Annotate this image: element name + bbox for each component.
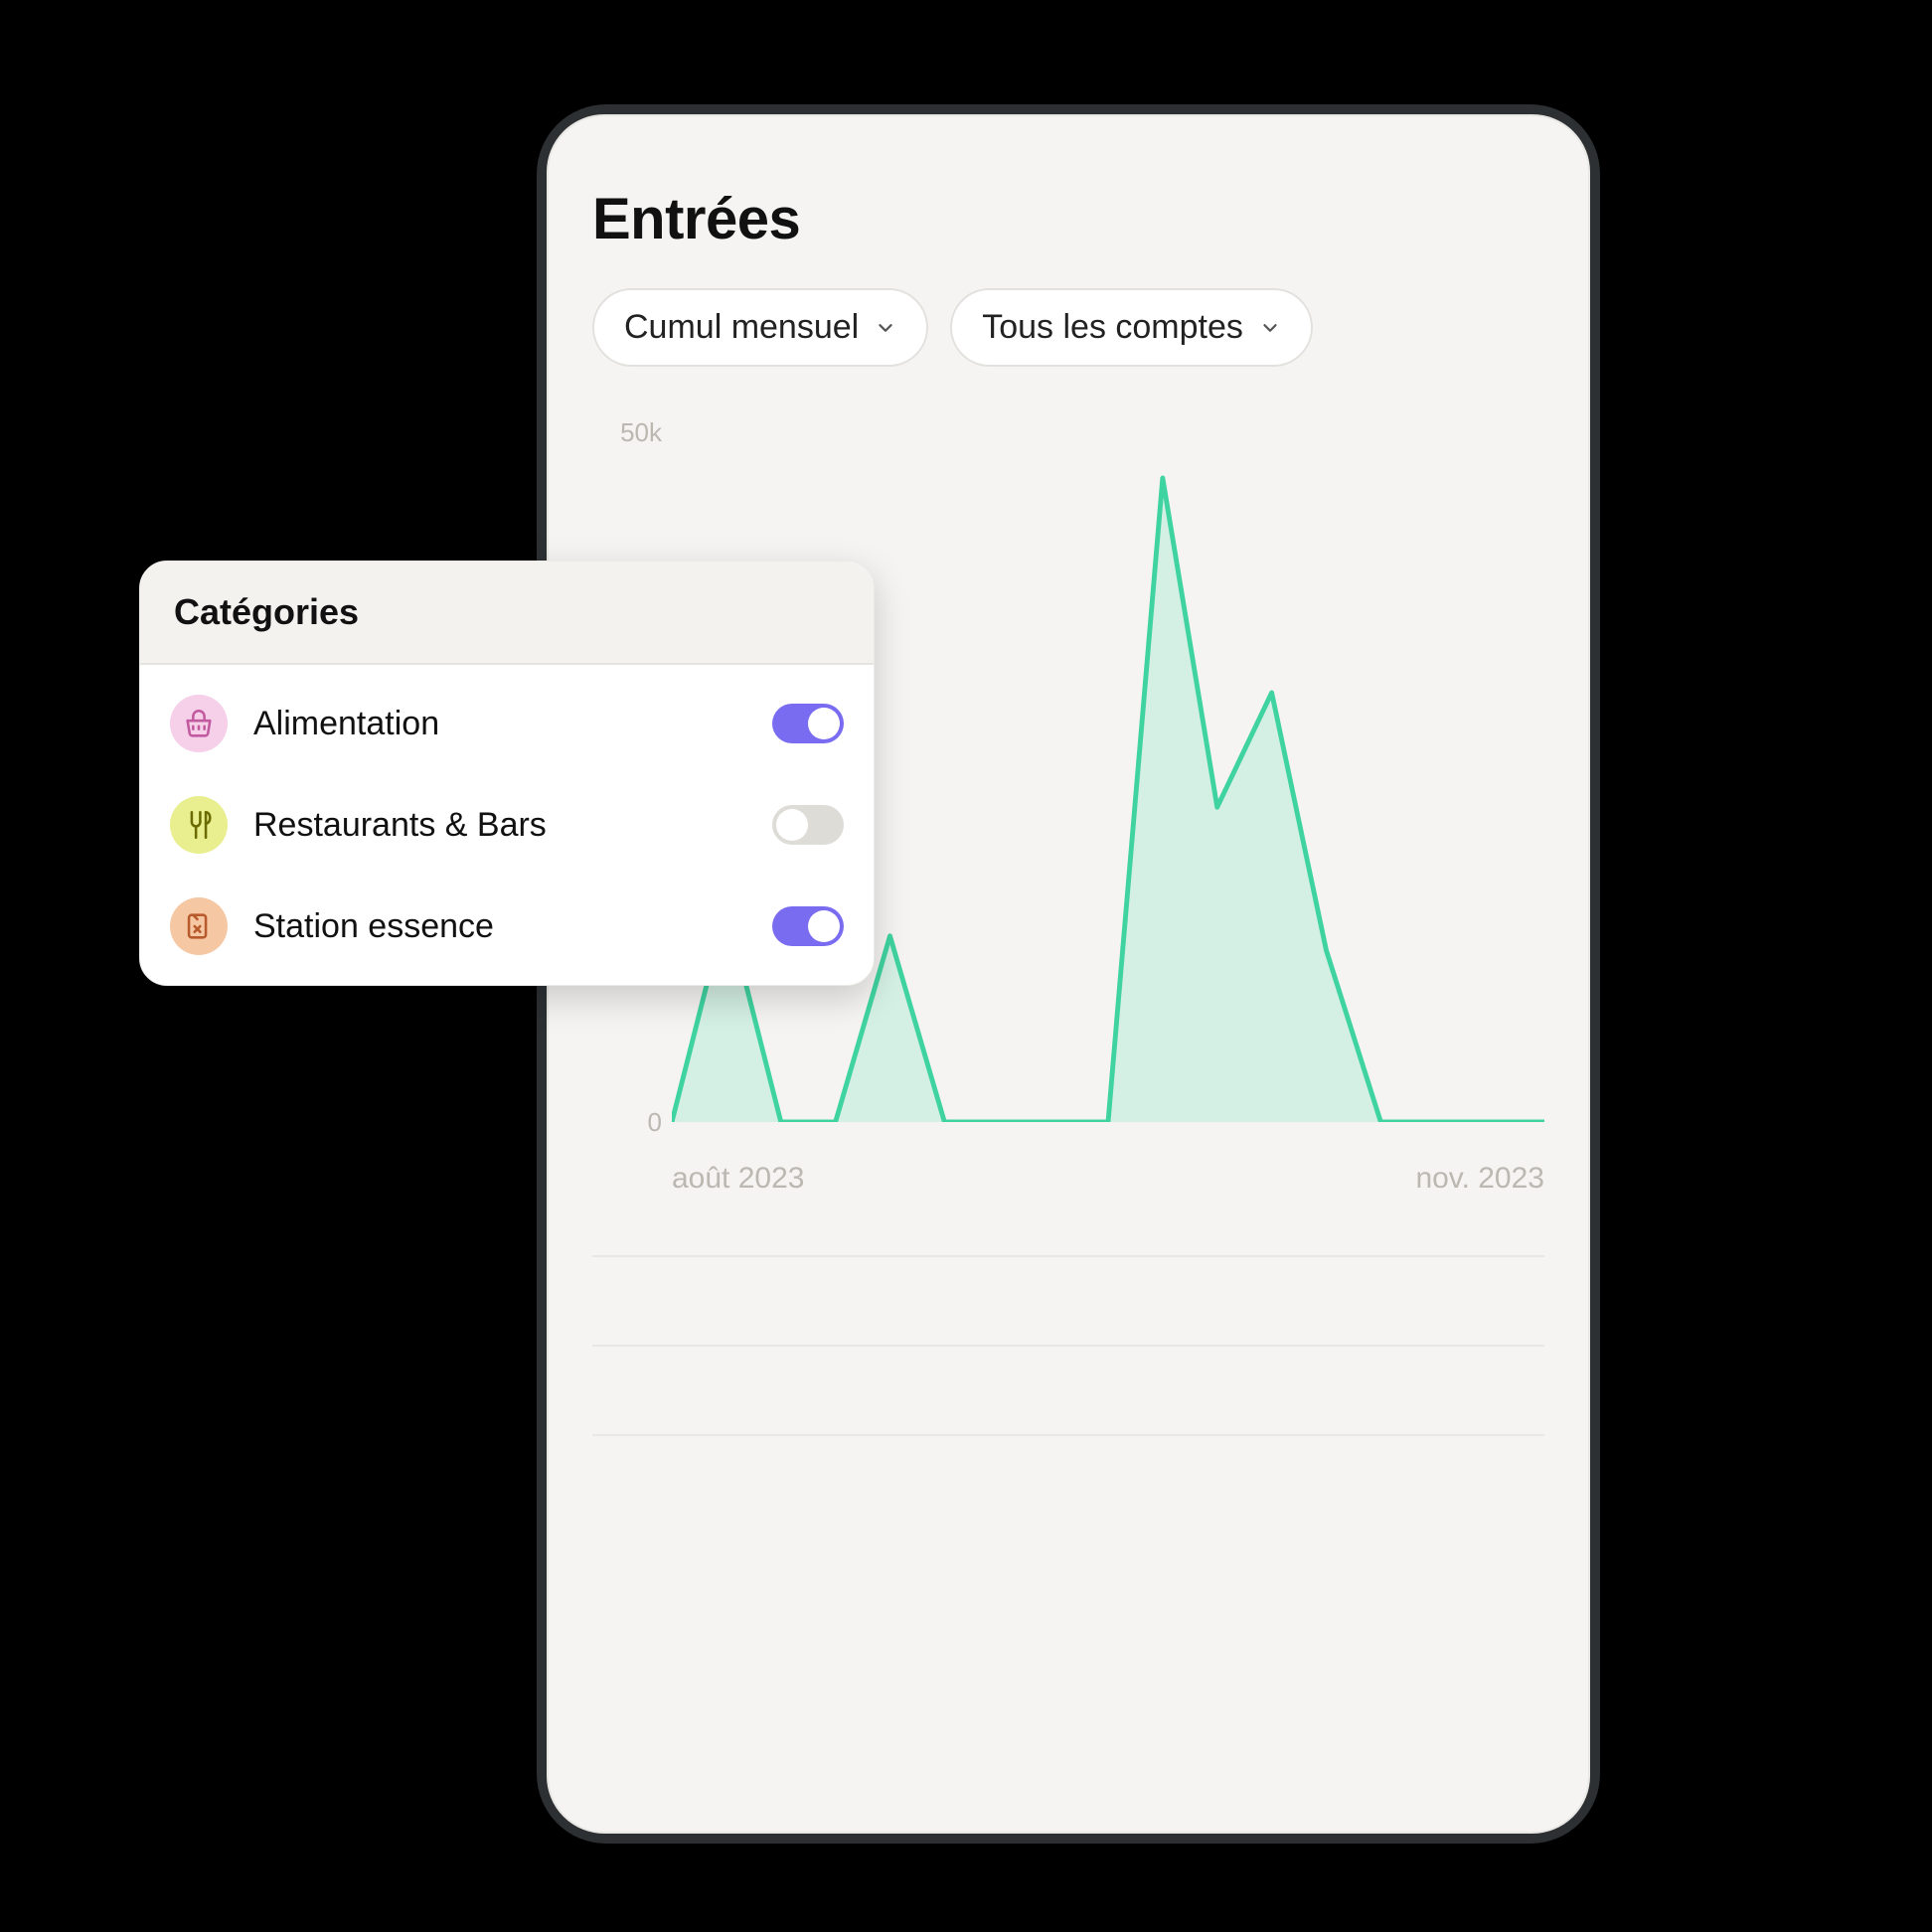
filter-row: Cumul mensuel Tous les comptes bbox=[592, 288, 1544, 367]
x-tick-end: nov. 2023 bbox=[1415, 1162, 1544, 1196]
utensils-icon bbox=[170, 796, 228, 854]
category-item: Restaurants & Bars bbox=[140, 774, 874, 876]
y-tick: 0 bbox=[592, 1109, 662, 1135]
y-tick: 50k bbox=[592, 419, 662, 445]
category-toggle[interactable] bbox=[772, 805, 844, 845]
categories-card: Catégories Alimentation Restaurants & Bar… bbox=[139, 561, 875, 986]
category-label: Station essence bbox=[253, 907, 746, 946]
categories-title: Catégories bbox=[174, 591, 840, 633]
category-item: Alimentation bbox=[140, 673, 874, 774]
page-title: Entrées bbox=[592, 186, 1544, 252]
categories-list: Alimentation Restaurants & Bars Station es… bbox=[140, 665, 874, 985]
chevron-down-icon bbox=[1259, 317, 1281, 339]
fuel-icon bbox=[170, 897, 228, 955]
period-dropdown[interactable]: Cumul mensuel bbox=[592, 288, 928, 367]
basket-icon bbox=[170, 695, 228, 752]
list-placeholder bbox=[592, 1255, 1544, 1524]
chevron-down-icon bbox=[875, 317, 896, 339]
accounts-dropdown-label: Tous les comptes bbox=[982, 308, 1243, 347]
category-toggle[interactable] bbox=[772, 704, 844, 743]
x-tick-start: août 2023 bbox=[672, 1162, 804, 1196]
category-label: Restaurants & Bars bbox=[253, 806, 746, 845]
period-dropdown-label: Cumul mensuel bbox=[624, 308, 859, 347]
category-toggle[interactable] bbox=[772, 906, 844, 946]
categories-header: Catégories bbox=[140, 562, 874, 665]
category-item: Station essence bbox=[140, 876, 874, 977]
chart-x-axis: août 2023 nov. 2023 bbox=[592, 1162, 1544, 1196]
accounts-dropdown[interactable]: Tous les comptes bbox=[950, 288, 1313, 367]
category-label: Alimentation bbox=[253, 705, 746, 743]
